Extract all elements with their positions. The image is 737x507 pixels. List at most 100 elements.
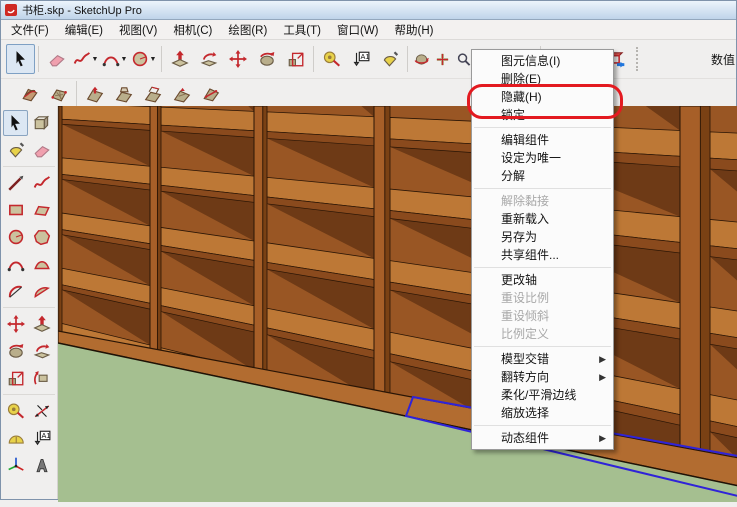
bookshelf-model[interactable] [57, 106, 737, 502]
rotated-rectangle-tool-button[interactable] [29, 197, 54, 223]
scale-icon [287, 50, 305, 68]
rotate-tool-button[interactable] [3, 338, 28, 364]
pan-tool-button[interactable] [432, 44, 453, 74]
paint-icon [7, 141, 25, 159]
tape-measure-tool-button[interactable] [317, 44, 346, 74]
submenu-arrow-icon: ▶ [599, 433, 606, 443]
text-tool-button[interactable]: A1 [346, 44, 375, 74]
line-tool-button[interactable] [3, 170, 28, 196]
sandbox-drape-tool-button[interactable] [138, 81, 167, 107]
pie-tool-button[interactable] [29, 278, 54, 304]
paint-icon [381, 50, 399, 68]
freehand-icon [33, 174, 51, 192]
sandbox-from-contours-tool-button[interactable] [15, 81, 44, 107]
axes-tool-button[interactable] [3, 452, 28, 478]
menu-draw[interactable]: 绘图(R) [220, 20, 275, 40]
ctx-make-unique[interactable]: 设定为唯一 [472, 149, 613, 167]
move-icon [228, 50, 247, 68]
menu-tools[interactable]: 工具(T) [275, 20, 329, 40]
scale-tool-button[interactable] [3, 365, 28, 391]
pencil-icon [7, 174, 25, 192]
ctx-edit-component[interactable]: 编辑组件 [472, 131, 613, 149]
freehand-icon [73, 50, 91, 68]
menu-view[interactable]: 视图(V) [111, 20, 165, 40]
text-tool-button[interactable]: A1 [29, 425, 54, 451]
palette-separator [3, 394, 55, 395]
circle-tool-button[interactable]: ▼ [129, 44, 158, 74]
rectangle-tool-button[interactable] [3, 197, 28, 223]
follow-me-tool-button[interactable] [29, 338, 54, 364]
sandbox-from-scratch-tool-button[interactable] [44, 81, 73, 107]
pie2-icon [33, 282, 51, 300]
scale-tool-button[interactable] [281, 44, 310, 74]
three-point-arc-tool-button[interactable] [3, 278, 28, 304]
ctx-entity-info[interactable]: 图元信息(I) [472, 52, 613, 70]
scale-icon [7, 369, 25, 387]
move-tool-button[interactable] [3, 311, 28, 337]
dropdown-arrow-icon[interactable]: ▼ [121, 56, 128, 63]
ctx-share-component[interactable]: 共享组件... [472, 246, 613, 264]
arc-tool-button[interactable]: ▼ [100, 44, 129, 74]
push-pull-tool-button[interactable] [29, 311, 54, 337]
menu-edit[interactable]: 编辑(E) [57, 20, 111, 40]
model-viewport[interactable] [57, 106, 737, 502]
select-tool-button[interactable] [6, 44, 35, 74]
ctx-hide[interactable]: 隐藏(H) [472, 88, 613, 106]
sandbox-add-detail-tool-button[interactable] [167, 81, 196, 107]
dimension-tool-button[interactable] [29, 398, 54, 424]
ctx-unglue: 解除黏接 [501, 194, 550, 208]
ctx-intersect-faces[interactable]: 模型交错 ▶ [472, 350, 613, 368]
move-tool-button[interactable] [223, 44, 252, 74]
sb5-icon [144, 85, 162, 103]
dropdown-arrow-icon[interactable]: ▼ [92, 56, 99, 63]
sandbox-stamp-tool-button[interactable] [109, 81, 138, 107]
ctx-soften-smooth-edges[interactable]: 柔化/平滑边线 [472, 386, 613, 404]
ctx-lock[interactable]: 锁定 [472, 106, 613, 124]
protractor-tool-button[interactable] [3, 425, 28, 451]
rrect-icon [33, 201, 51, 219]
rotate-tool-button[interactable] [252, 44, 281, 74]
ctx-explode[interactable]: 分解 [472, 167, 613, 185]
rect-icon [7, 201, 25, 219]
eraser-tool-button[interactable] [42, 44, 71, 74]
3d-text-tool-button[interactable] [29, 452, 54, 478]
follow-me-tool-button[interactable] [194, 44, 223, 74]
offset-tool-button[interactable] [29, 365, 54, 391]
arc-tool-button[interactable] [3, 251, 28, 277]
eraser-tool-button[interactable] [29, 137, 54, 163]
menu-camera[interactable]: 相机(C) [165, 20, 220, 40]
menu-window[interactable]: 窗口(W) [329, 20, 387, 40]
sb1-icon [21, 85, 39, 103]
context-menu-separator [474, 188, 611, 189]
dropdown-arrow-icon[interactable]: ▼ [150, 56, 157, 63]
paint-bucket-tool-button[interactable] [375, 44, 404, 74]
freehand-tool-button[interactable] [29, 170, 54, 196]
tape-icon [7, 402, 25, 420]
ctx-save-as[interactable]: 另存为 [472, 228, 613, 246]
circle-tool-button[interactable] [3, 224, 28, 250]
menu-file[interactable]: 文件(F) [3, 20, 57, 40]
ctx-reload[interactable]: 重新载入 [472, 210, 613, 228]
make-component-tool-button[interactable] [29, 110, 54, 136]
polygon-tool-button[interactable] [29, 224, 54, 250]
text3d-icon [33, 456, 51, 474]
ctx-zoom-selection[interactable]: 缩放选择 [472, 404, 613, 422]
sandbox-smoove-tool-button[interactable] [80, 81, 109, 107]
submenu-arrow-icon: ▶ [599, 354, 606, 364]
ctx-erase[interactable]: 删除(E) [472, 70, 613, 88]
ctx-change-axes[interactable]: 更改轴 [472, 271, 613, 289]
context-menu-separator [474, 346, 611, 347]
ctx-flip-along[interactable]: 翻转方向 ▶ [472, 368, 613, 386]
freehand-tool-button[interactable]: ▼ [71, 44, 100, 74]
ctx-dynamic-components[interactable]: 动态组件 ▶ [472, 429, 613, 447]
paint-bucket-tool-button[interactable] [3, 137, 28, 163]
sandbox-flip-edge-tool-button[interactable] [196, 81, 225, 107]
push-pull-tool-button[interactable] [165, 44, 194, 74]
orbit-tool-button[interactable] [411, 44, 432, 74]
menu-help[interactable]: 帮助(H) [387, 20, 442, 40]
two-point-arc-tool-button[interactable] [29, 251, 54, 277]
arc-icon [7, 255, 25, 273]
tape-measure-tool-button[interactable] [3, 398, 28, 424]
select-tool-button[interactable] [3, 110, 28, 136]
context-menu-separator [474, 267, 611, 268]
